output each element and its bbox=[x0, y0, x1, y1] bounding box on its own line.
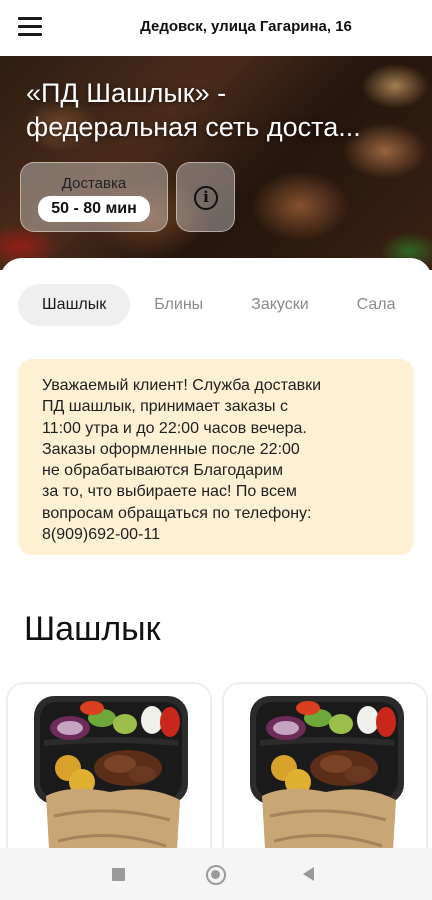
restaurant-title-line-2: федеральная сеть доста... bbox=[26, 112, 361, 142]
shashlik-combo-photo bbox=[250, 696, 404, 858]
restaurant-hero-banner: «ПД Шашлык» - федеральная сеть доста... … bbox=[0, 56, 432, 270]
notice-line: Заказы оформленные после 22:00 bbox=[42, 440, 300, 458]
delivery-notice: Уважаемый клиент! Служба доставки ПД шаш… bbox=[18, 359, 414, 555]
tab-zakuski[interactable]: Закуски bbox=[227, 284, 333, 326]
square-recents-icon[interactable] bbox=[112, 868, 125, 881]
hamburger-menu-icon[interactable] bbox=[18, 16, 44, 38]
notice-line: Уважаемый клиент! Служба доставки bbox=[42, 377, 322, 394]
notice-phone[interactable]: 8(909)692-00-11 bbox=[42, 524, 390, 545]
notice-line: вопросам обращаться по телефону: bbox=[42, 504, 312, 522]
menu-line bbox=[18, 17, 42, 20]
circle-home-icon[interactable] bbox=[206, 865, 226, 885]
menu-line bbox=[18, 33, 42, 36]
tab-shashlik[interactable]: Шашлык bbox=[18, 284, 131, 326]
notice-line: не обрабатываются Благодарим bbox=[42, 462, 283, 480]
notice-line: за то, что выбираете нас! По всем bbox=[42, 483, 297, 501]
notice-line: ПД шашлык, принимает заказы с bbox=[42, 398, 288, 416]
delivery-time-card[interactable]: Доставка 50 - 80 мин bbox=[20, 162, 168, 232]
triangle-back-icon[interactable] bbox=[303, 867, 314, 881]
restaurant-info-button[interactable]: i bbox=[176, 162, 235, 232]
menu-sheet: Шашлык Блины Закуски Сала Уважаемый клиент!… bbox=[0, 258, 432, 858]
delivery-time-badge: 50 - 80 мин bbox=[38, 196, 150, 222]
delivery-address[interactable]: Дедовск, улица Гагарина, 16 bbox=[80, 18, 412, 35]
info-icon: i bbox=[194, 186, 218, 210]
shashlik-combo-photo bbox=[34, 696, 188, 858]
section-title: Шашлык bbox=[24, 610, 161, 648]
tab-salaty[interactable]: Сала bbox=[333, 284, 420, 326]
restaurant-title: «ПД Шашлык» - федеральная сеть доста... bbox=[26, 76, 426, 144]
tab-bliny[interactable]: Блины bbox=[130, 284, 227, 326]
restaurant-title-line-1: «ПД Шашлык» - bbox=[26, 78, 227, 108]
top-bar: Дедовск, улица Гагарина, 16 bbox=[0, 0, 432, 56]
product-card[interactable] bbox=[222, 682, 428, 858]
delivery-label: Доставка bbox=[61, 175, 127, 192]
notice-line: 11:00 утра и до 22:00 часов вечера. bbox=[42, 419, 307, 437]
system-navigation-bar bbox=[0, 848, 432, 900]
product-card[interactable] bbox=[6, 682, 212, 858]
category-tabs: Шашлык Блины Закуски Сала bbox=[18, 284, 432, 326]
menu-line bbox=[18, 25, 42, 28]
